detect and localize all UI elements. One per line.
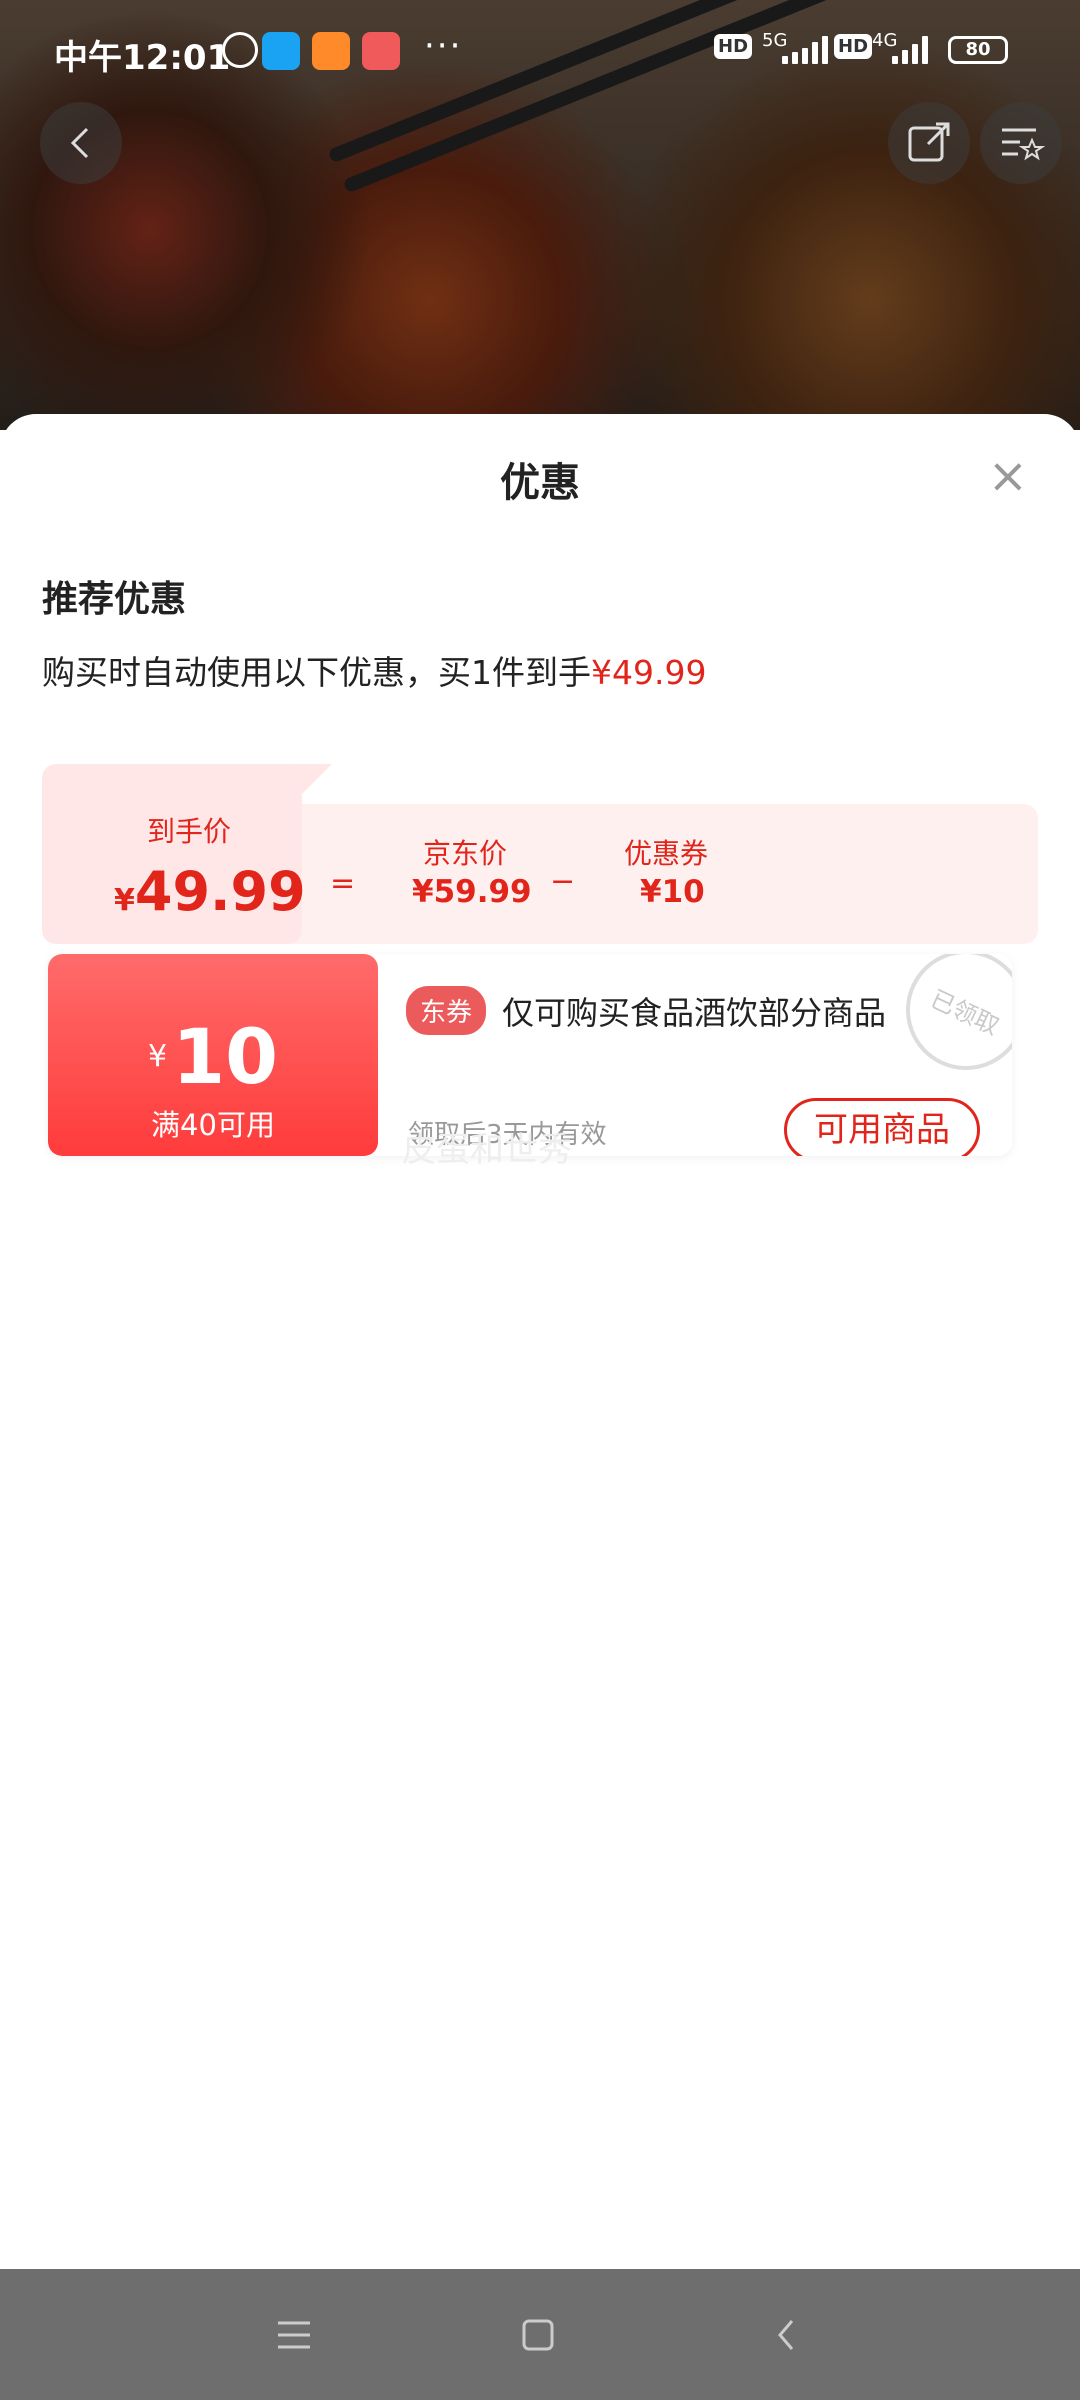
chevron-left-icon — [778, 2320, 794, 2350]
jd-price-label: 京东价 — [423, 837, 508, 870]
coupon-title: 仅可购买食品酒饮部分商品 — [502, 994, 887, 1032]
close-icon[interactable]: × — [988, 452, 1028, 500]
battery-indicator: 80 — [948, 36, 1008, 64]
hd-icon: HD — [714, 34, 753, 59]
watermark: 皮蛋和世秀 — [402, 1130, 572, 1170]
share-button[interactable] — [888, 102, 970, 184]
hd-icon: HD — [834, 34, 873, 59]
sheet-title: 优惠 — [500, 460, 580, 506]
discount-sheet: 优惠 × 推荐优惠 购买时自动使用以下优惠，买1件到手¥49.99 到手价 ¥4… — [0, 414, 1080, 2269]
jd-price-value: ¥59.99 — [412, 874, 532, 910]
coupon-type-badge: 东券 — [406, 986, 487, 1035]
menu-button[interactable] — [264, 2309, 324, 2361]
claimed-stamp: 已领取 — [886, 954, 1012, 1090]
available-products-button[interactable]: 可用商品 — [784, 1098, 980, 1156]
signal-strength-icon — [892, 34, 928, 64]
coupon-value: ¥10 — [640, 874, 705, 910]
status-bar: 中午12:01 ··· HD 5G HD 4G 80 — [0, 0, 1080, 100]
signal-strength-icon — [782, 34, 828, 64]
coupon-amount-panel: ¥ 10 满40可用 — [48, 954, 378, 1156]
coupon-condition: 满40可用 — [151, 1108, 275, 1142]
chevron-left-icon — [70, 127, 89, 159]
menu-icon — [278, 2321, 310, 2349]
home-square-icon — [522, 2319, 554, 2351]
system-navigation-bar — [0, 2269, 1080, 2400]
discount-description: 购买时自动使用以下优惠，买1件到手¥49.99 — [42, 653, 707, 692]
coupon-label: 优惠券 — [624, 837, 709, 870]
final-price-value: ¥49.99 — [114, 860, 306, 923]
alarm-icon — [222, 32, 258, 68]
app-icon — [312, 32, 350, 70]
coupon-amount: ¥ 10 — [148, 1012, 278, 1101]
favorite-list-icon — [1002, 128, 1046, 161]
share-icon — [908, 122, 950, 162]
final-price-inline: ¥49.99 — [591, 653, 707, 692]
status-time: 中午12:01 — [54, 38, 231, 78]
favorite-button[interactable] — [980, 102, 1062, 184]
equals-sign: = — [330, 866, 356, 901]
minus-sign: − — [550, 864, 576, 899]
price-breakdown: 到手价 ¥49.99 = 京东价 ¥59.99 − 优惠券 ¥10 — [42, 764, 1038, 944]
back-nav-button[interactable] — [756, 2309, 816, 2361]
final-price-label: 到手价 — [147, 815, 232, 848]
back-button[interactable] — [40, 102, 122, 184]
section-title: 推荐优惠 — [42, 579, 187, 620]
more-notifications-icon: ··· — [424, 26, 463, 66]
home-button[interactable] — [508, 2309, 568, 2361]
app-icon — [362, 32, 400, 70]
qq-icon — [262, 32, 300, 70]
